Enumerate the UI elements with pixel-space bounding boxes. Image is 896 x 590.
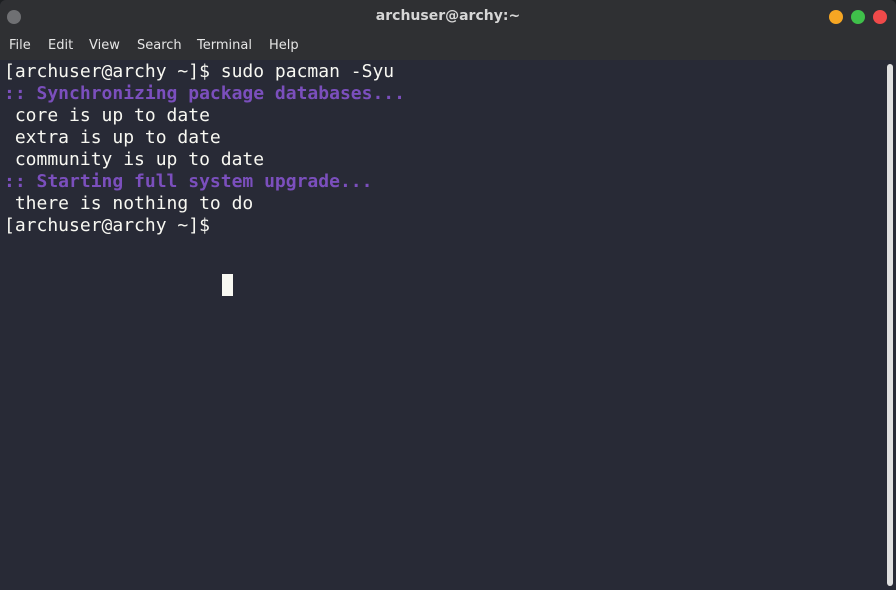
terminal-line-core: core is up to date (4, 105, 210, 126)
maximize-button[interactable] (851, 10, 865, 24)
menu-search[interactable]: Search (137, 34, 182, 60)
terminal-line-upgrade-header: :: Starting full system upgrade... (4, 171, 373, 192)
terminal-line-sync-header: :: Synchronizing package databases... (4, 83, 405, 104)
terminal-window: archuser@archy:~ File Edit View Search T… (0, 0, 896, 590)
scrollbar-thumb[interactable] (887, 64, 893, 586)
terminal-line-community: community is up to date (4, 149, 265, 170)
terminal-prompt[interactable]: [archuser@archy ~]$ (4, 215, 221, 237)
scrollbar[interactable] (884, 60, 896, 590)
terminal-line-command: [archuser@archy ~]$ sudo pacman -Syu (4, 61, 395, 82)
terminal-line-nothing: there is nothing to do (4, 193, 254, 214)
title-bar[interactable]: archuser@archy:~ (0, 0, 896, 35)
terminal-line-extra: extra is up to date (4, 127, 221, 148)
menu-file[interactable]: File (9, 34, 31, 60)
terminal-output[interactable]: [archuser@archy ~]$ sudo pacman -Syu :: … (0, 60, 884, 590)
menu-view[interactable]: View (89, 34, 120, 60)
menu-edit[interactable]: Edit (48, 34, 73, 60)
menu-bar: File Edit View Search Terminal Help (0, 34, 896, 60)
text-cursor (222, 274, 233, 296)
menu-terminal[interactable]: Terminal (197, 34, 252, 60)
window-title: archuser@archy:~ (375, 8, 521, 24)
close-button[interactable] (873, 10, 887, 24)
minimize-button[interactable] (829, 10, 843, 24)
menu-help[interactable]: Help (269, 34, 299, 60)
